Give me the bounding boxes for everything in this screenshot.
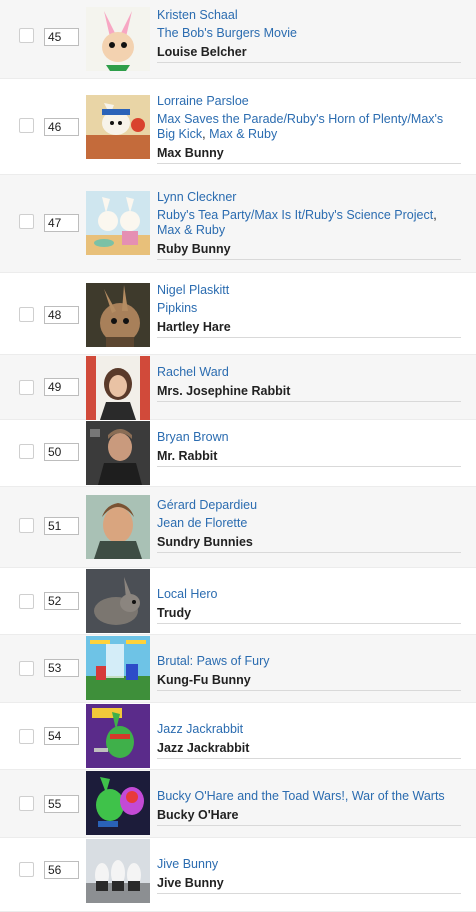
jive-bunny-thumbnail[interactable] (86, 839, 150, 903)
rank-input[interactable]: 49 (44, 378, 79, 396)
role-name: Mr. Rabbit (157, 449, 218, 463)
row-info: Nigel Plaskitt Pipkins Hartley Hare (157, 283, 461, 338)
rank-input[interactable]: 45 (44, 28, 79, 46)
brutal-paws-of-fury-thumbnail[interactable] (86, 636, 150, 700)
actor-link[interactable]: Lorraine Parsloe (157, 94, 461, 109)
row-info: Lorraine Parsloe Max Saves the Parade/Ru… (157, 94, 461, 164)
row-checkbox[interactable] (19, 729, 34, 744)
rachel-ward-thumbnail[interactable] (86, 356, 150, 420)
rank-input[interactable]: 52 (44, 592, 79, 610)
list-item: 48 Nigel Plaskitt Pipkins Hartley Hare (0, 273, 476, 355)
actor-link[interactable]: Bryan Brown (157, 430, 461, 445)
list-item: 49 Rachel Ward Mrs. Josephine Rabbit (0, 355, 476, 420)
list-item: 55 Bucky O'Hare and the Toad Wars!, War … (0, 770, 476, 838)
row-checkbox[interactable] (19, 380, 34, 395)
list-item: 53 Brutal: Paws of Fury Kung-Fu Bunny (0, 635, 476, 703)
role-name: Hartley Hare (157, 320, 231, 334)
row-info: Jive Bunny Jive Bunny (157, 857, 461, 894)
row-checkbox[interactable] (19, 518, 34, 533)
list-item: 47 Lynn Cleckner Ruby's Tea Party/Max Is… (0, 175, 476, 273)
row-checkbox[interactable] (19, 862, 34, 877)
row-checkbox[interactable] (19, 28, 34, 43)
title-link[interactable]: Ruby's Tea Party/Max Is It/Ruby's Scienc… (157, 208, 433, 222)
rank-input[interactable]: 51 (44, 517, 79, 535)
rank-input[interactable]: 46 (44, 118, 79, 136)
row-info: Rachel Ward Mrs. Josephine Rabbit (157, 365, 461, 402)
list-item: 52 Local Hero Trudy (0, 568, 476, 635)
row-info: Kristen Schaal The Bob's Burgers Movie L… (157, 8, 461, 63)
title-link[interactable]: Jazz Jackrabbit (157, 722, 461, 737)
title-link[interactable]: Pipkins (157, 301, 461, 316)
row-checkbox[interactable] (19, 796, 34, 811)
title-link[interactable]: Max & Ruby (209, 127, 277, 141)
title-link[interactable]: Jive Bunny (157, 857, 461, 872)
rank-input[interactable]: 56 (44, 861, 79, 879)
row-info: Brutal: Paws of Fury Kung-Fu Bunny (157, 654, 461, 691)
actor-link[interactable]: Lynn Cleckner (157, 190, 461, 205)
row-info: Local Hero Trudy (157, 587, 461, 624)
role-name: Sundry Bunnies (157, 535, 253, 549)
row-checkbox[interactable] (19, 214, 34, 229)
title-link[interactable]: Bucky O'Hare and the Toad Wars!, War of … (157, 789, 461, 804)
role-name: Trudy (157, 606, 192, 620)
title-link[interactable]: Local Hero (157, 587, 461, 602)
role-name: Jazz Jackrabbit (157, 741, 250, 755)
row-info: Gérard Depardieu Jean de Florette Sundry… (157, 498, 461, 553)
title-links: Max Saves the Parade/Ruby's Horn of Plen… (157, 112, 444, 141)
title-link[interactable]: Max & Ruby (157, 223, 225, 237)
row-checkbox[interactable] (19, 661, 34, 676)
title-link[interactable]: Max Saves the Parade/Ruby's Horn of Plen… (157, 112, 443, 141)
hartley-hare-thumbnail[interactable] (86, 283, 150, 347)
actor-link[interactable]: Kristen Schaal (157, 8, 461, 23)
role-name: Max Bunny (157, 146, 224, 160)
row-checkbox[interactable] (19, 444, 34, 459)
role-name: Ruby Bunny (157, 242, 231, 256)
rank-input[interactable]: 55 (44, 795, 79, 813)
rank-input[interactable]: 47 (44, 214, 79, 232)
rank-input[interactable]: 48 (44, 306, 79, 324)
row-checkbox[interactable] (19, 118, 34, 133)
role-name: Louise Belcher (157, 45, 247, 59)
character-list: 45 Kristen Schaal The Bob's Burgers Movi… (0, 0, 476, 912)
actor-link[interactable]: Gérard Depardieu (157, 498, 461, 513)
row-checkbox[interactable] (19, 594, 34, 609)
actor-link[interactable]: Nigel Plaskitt (157, 283, 461, 298)
trudy-rabbit-thumbnail[interactable] (86, 569, 150, 633)
row-info: Jazz Jackrabbit Jazz Jackrabbit (157, 722, 461, 759)
list-item: 50 Bryan Brown Mr. Rabbit (0, 420, 476, 487)
role-name: Kung-Fu Bunny (157, 673, 251, 687)
bucky-ohare-thumbnail[interactable] (86, 771, 150, 835)
max-bunny-thumbnail[interactable] (86, 95, 150, 159)
role-name: Jive Bunny (157, 876, 224, 890)
list-item: 54 Jazz Jackrabbit Jazz Jackrabbit (0, 703, 476, 770)
role-name: Bucky O'Hare (157, 808, 239, 822)
title-link[interactable]: Brutal: Paws of Fury (157, 654, 461, 669)
actor-link[interactable]: Rachel Ward (157, 365, 461, 380)
list-item: 51 Gérard Depardieu Jean de Florette Sun… (0, 487, 476, 568)
bryan-brown-thumbnail[interactable] (86, 421, 150, 485)
jazz-jackrabbit-thumbnail[interactable] (86, 704, 150, 768)
role-name: Mrs. Josephine Rabbit (157, 384, 291, 398)
list-item: 46 Lorraine Parsloe Max Saves the Parade… (0, 79, 476, 175)
row-info: Bryan Brown Mr. Rabbit (157, 430, 461, 467)
rank-input[interactable]: 53 (44, 659, 79, 677)
title-link[interactable]: Jean de Florette (157, 516, 461, 531)
title-links: Ruby's Tea Party/Max Is It/Ruby's Scienc… (157, 208, 437, 237)
louise-belcher-thumbnail[interactable] (86, 7, 150, 71)
list-item: 45 Kristen Schaal The Bob's Burgers Movi… (0, 0, 476, 79)
row-info: Lynn Cleckner Ruby's Tea Party/Max Is It… (157, 190, 461, 260)
rank-input[interactable]: 54 (44, 727, 79, 745)
rank-input[interactable]: 50 (44, 443, 79, 461)
row-info: Bucky O'Hare and the Toad Wars!, War of … (157, 789, 461, 826)
title-link[interactable]: The Bob's Burgers Movie (157, 26, 461, 41)
list-item: 56 Jive Bunny Jive Bunny (0, 838, 476, 912)
row-checkbox[interactable] (19, 307, 34, 322)
gerard-depardieu-thumbnail[interactable] (86, 495, 150, 559)
ruby-bunny-thumbnail[interactable] (86, 191, 150, 255)
